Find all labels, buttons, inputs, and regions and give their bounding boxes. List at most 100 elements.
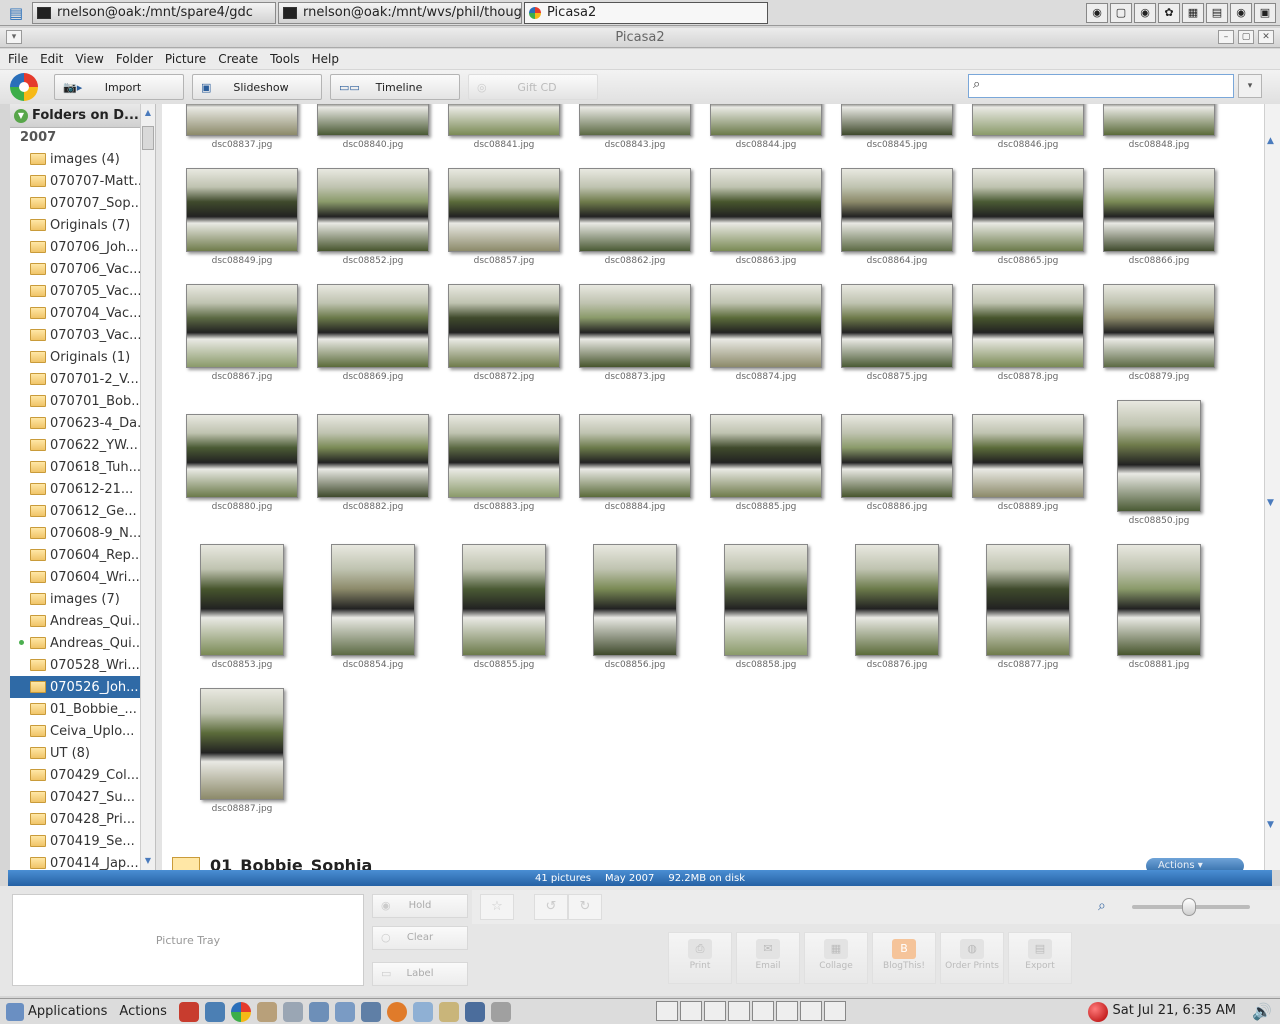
scroll-up-icon[interactable]: ▲ <box>1267 136 1274 146</box>
photo-thumbnail[interactable] <box>186 168 298 252</box>
firefox-icon[interactable]: ◉ <box>1086 2 1108 23</box>
photo-thumbnail[interactable] <box>972 168 1084 252</box>
photo-thumbnail[interactable] <box>331 544 415 656</box>
photo-thumbnail[interactable] <box>317 284 429 368</box>
sidebar-folder-item[interactable]: 070526_Joh... <box>10 676 140 698</box>
sidebar-folder-item[interactable]: Ceiva_Uplo... <box>10 720 140 742</box>
menu-view[interactable]: View <box>75 52 103 66</box>
order-prints-button[interactable]: ◍ Order Prints <box>940 932 1004 984</box>
photo-thumbnail[interactable] <box>841 284 953 368</box>
photo-thumbnail[interactable] <box>186 104 298 136</box>
clock[interactable]: Sat Jul 21, 6:35 AM <box>1112 1003 1236 1018</box>
sidebar-header[interactable]: ▼ Folders on D... <box>10 104 140 128</box>
photo-thumbnail[interactable] <box>986 544 1070 656</box>
star-button[interactable]: ☆ <box>480 894 514 920</box>
sidebar-folder-item[interactable]: 070706_Vac... <box>10 258 140 280</box>
photo-thumbnail[interactable] <box>724 544 808 656</box>
sidebar-folder-item[interactable]: 070705_Vac... <box>10 280 140 302</box>
maximize-icon[interactable]: ▢ <box>1238 30 1254 44</box>
photo-thumbnail[interactable] <box>448 168 560 252</box>
photo-thumbnail[interactable] <box>448 284 560 368</box>
sidebar-folder-item[interactable]: UT (8) <box>10 742 140 764</box>
timeline-button[interactable]: ▭▭ Timeline <box>330 74 460 100</box>
rotate-right-button[interactable]: ↻ <box>568 894 602 920</box>
photo-thumbnail[interactable] <box>186 284 298 368</box>
photo-thumbnail[interactable] <box>1103 284 1215 368</box>
sidebar-folder-item[interactable]: 070428_Pri... <box>10 808 140 830</box>
sidebar-folder-item[interactable]: 070707-Matt... <box>10 170 140 192</box>
picasa-icon[interactable]: ✿ <box>1158 2 1180 23</box>
import-button[interactable]: 📷▸ Import <box>54 74 184 100</box>
photo-thumbnail[interactable] <box>448 104 560 136</box>
photo-thumbnail[interactable] <box>710 284 822 368</box>
sidebar-folder-item[interactable]: 070414_Jap... <box>10 852 140 870</box>
files-icon[interactable] <box>256 1001 277 1022</box>
photo-thumbnail[interactable] <box>462 544 546 656</box>
menu-folder[interactable]: Folder <box>116 52 153 66</box>
search-input[interactable]: ⌕ <box>968 74 1234 98</box>
clear-button[interactable]: ○ Clear <box>372 926 468 950</box>
photo-thumbnail[interactable] <box>1103 104 1215 136</box>
photo-thumbnail[interactable] <box>972 104 1084 136</box>
photo-thumbnail[interactable] <box>1117 400 1201 512</box>
sidebar-folder-item[interactable]: 070622_YW... <box>10 434 140 456</box>
photo-thumbnail[interactable] <box>841 414 953 498</box>
blogthis-button[interactable]: B BlogThis! <box>872 932 936 984</box>
phone-icon[interactable] <box>438 1001 459 1022</box>
scroll-up-icon[interactable]: ▲ <box>141 106 155 120</box>
sidebar-folder-item[interactable]: 070706_Joh... <box>10 236 140 258</box>
rotate-left-button[interactable]: ↺ <box>534 894 568 920</box>
menu-picture[interactable]: Picture <box>165 52 206 66</box>
sidebar-folder-item[interactable]: 070604_Rep... <box>10 544 140 566</box>
photo-thumbnail[interactable] <box>317 414 429 498</box>
scroll-down-icon[interactable]: ▼ <box>1267 820 1274 830</box>
sidebar-folder-item[interactable]: 070701-2_V... <box>10 368 140 390</box>
close-icon[interactable]: ✕ <box>1258 30 1274 44</box>
network-icon[interactable] <box>334 1001 355 1022</box>
layout-icon[interactable] <box>752 1001 774 1021</box>
sidebar-folder-item[interactable]: 070608-9_N... <box>10 522 140 544</box>
actions-menu[interactable]: Actions <box>119 1004 167 1019</box>
window-menu-icon[interactable]: ▾ <box>6 30 22 44</box>
window-icon[interactable] <box>680 1001 702 1021</box>
label-button[interactable]: ▭ Label <box>372 962 468 986</box>
firefox-icon[interactable]: ◉ <box>1230 2 1252 23</box>
main-scrollbar[interactable]: ▲ ▼ ▼ <box>1264 104 1280 870</box>
sidebar-scrollbar[interactable]: ▲ ▼ <box>140 104 155 870</box>
layout-icon[interactable]: ▦ <box>1182 2 1204 23</box>
photo-thumbnail[interactable] <box>855 544 939 656</box>
zoom-slider-handle[interactable] <box>1182 898 1196 916</box>
email-button[interactable]: ✉ Email <box>736 932 800 984</box>
editor-icon[interactable] <box>282 1001 303 1022</box>
volume-icon[interactable]: 🔊 <box>1252 1002 1272 1021</box>
applications-menu[interactable]: Applications <box>0 1002 107 1021</box>
main-menu-icon[interactable]: ▤ <box>0 1 32 25</box>
sidebar-folder-item[interactable]: Originals (7) <box>10 214 140 236</box>
slideshow-button[interactable]: ▣ Slideshow <box>192 74 322 100</box>
record-icon[interactable] <box>1088 1002 1108 1022</box>
picasa-icon[interactable] <box>230 1001 251 1022</box>
photo-thumbnail[interactable] <box>448 414 560 498</box>
tool-icon[interactable] <box>360 1001 381 1022</box>
sidebar-folder-item[interactable]: 070612_Ge... <box>10 500 140 522</box>
menu-create[interactable]: Create <box>218 52 258 66</box>
photo-thumbnail[interactable] <box>200 688 284 800</box>
sidebar-folder-item[interactable]: 01_Bobbie_... <box>10 698 140 720</box>
sidebar-folder-item[interactable]: Originals (1) <box>10 346 140 368</box>
photo-thumbnail[interactable] <box>317 168 429 252</box>
sidebar-folder-item[interactable]: 070701_Bob... <box>10 390 140 412</box>
sidebar-folder-item[interactable]: 070623-4_Da... <box>10 412 140 434</box>
layout-icon[interactable]: ▤ <box>1206 2 1228 23</box>
taskbar-window-terminal-2[interactable]: rnelson@oak:/mnt/wvs/phil/thoughtlet <box>278 1 522 24</box>
globe-icon[interactable] <box>204 1001 225 1022</box>
sidebar-folder-item[interactable]: 070604_Wri... <box>10 566 140 588</box>
window-titlebar[interactable]: ▾ Picasa2 – ▢ ✕ <box>0 28 1280 48</box>
menu-help[interactable]: Help <box>312 52 339 66</box>
photo-thumbnail[interactable] <box>200 544 284 656</box>
sidebar-folder-item[interactable]: Andreas_Qui... <box>10 610 140 632</box>
photo-thumbnail[interactable] <box>593 544 677 656</box>
firefox-icon[interactable]: ◉ <box>1134 2 1156 23</box>
photo-thumbnail[interactable] <box>710 168 822 252</box>
menu-tools[interactable]: Tools <box>270 52 300 66</box>
photo-thumbnail[interactable] <box>841 168 953 252</box>
